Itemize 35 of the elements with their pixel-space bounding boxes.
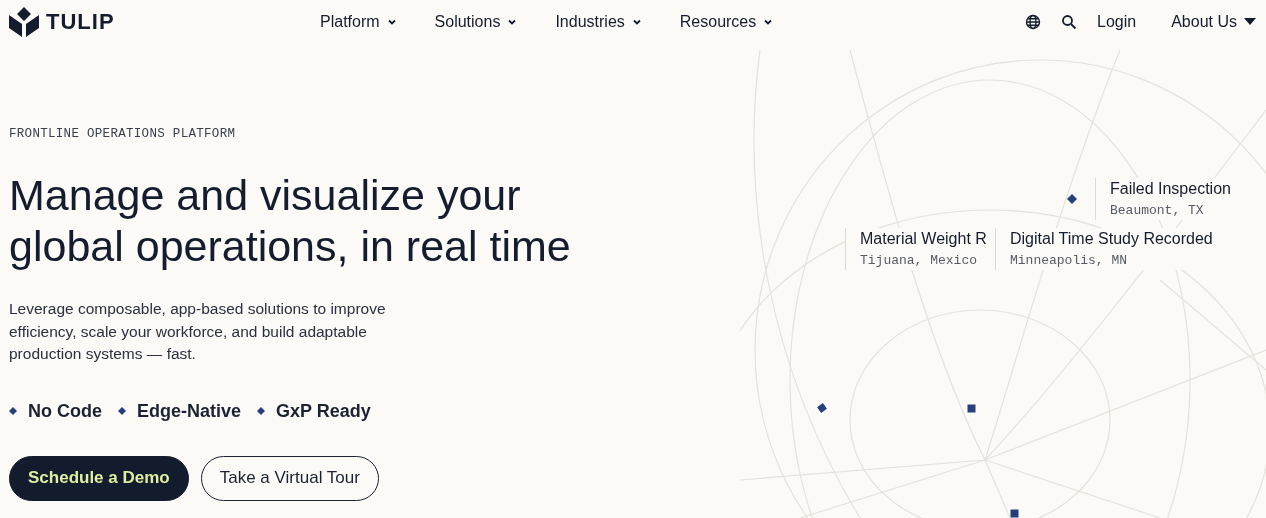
diamond-icon — [118, 407, 126, 415]
diamond-icon — [9, 407, 17, 415]
nav-menu[interactable]: Platform — [320, 13, 397, 31]
marker-icon — [1066, 193, 1078, 205]
nav-menu[interactable]: Solutions — [434, 13, 518, 31]
marker-icon — [1010, 509, 1019, 518]
login-link[interactable]: Login — [1097, 13, 1137, 31]
chevron-down-icon — [507, 17, 518, 27]
marker-icon — [817, 403, 827, 413]
event-location: Beaumont, TX — [1110, 203, 1205, 218]
about-us-menu[interactable]: About Us — [1171, 13, 1256, 31]
nav-menu[interactable]: Resources — [679, 13, 774, 31]
chevron-down-icon — [763, 17, 774, 27]
feature-label: No Code — [28, 400, 102, 422]
brand-name[interactable]: TULIP — [46, 9, 115, 35]
caret-down-icon — [1244, 18, 1256, 26]
nav-menu[interactable]: Industries — [555, 13, 642, 31]
marker-icon — [967, 404, 976, 413]
schedule-demo-button[interactable]: Schedule a Demo — [9, 455, 189, 501]
chevron-down-icon — [386, 17, 397, 27]
event-title: Failed Inspection — [1110, 180, 1231, 198]
search-icon[interactable] — [1061, 14, 1078, 30]
diamond-icon — [257, 407, 266, 415]
feature-label: GxP Ready — [276, 400, 371, 422]
feature-label: Edge-Native — [137, 400, 242, 422]
headline: Manage and visualize your global operations, in real time — [9, 170, 572, 272]
event-location: Minneapolis, MN — [1010, 253, 1129, 268]
description-text: Leverage composable, app-based solutions to improve efficiency, scale your workforce, and build adaptable production systems — fast. — [9, 299, 387, 364]
tulip-logo-icon[interactable] — [8, 6, 40, 38]
event-title: Digital Time Study Recorded — [1010, 230, 1213, 248]
event-title: Material Weight R — [860, 230, 988, 248]
eyebrow-text: FRONTLINE OPERATIONS PLATFORM — [9, 127, 237, 141]
event-location: Tijuana, Mexico — [860, 253, 979, 268]
chevron-down-icon — [631, 17, 642, 27]
globe-icon[interactable] — [1025, 14, 1042, 30]
